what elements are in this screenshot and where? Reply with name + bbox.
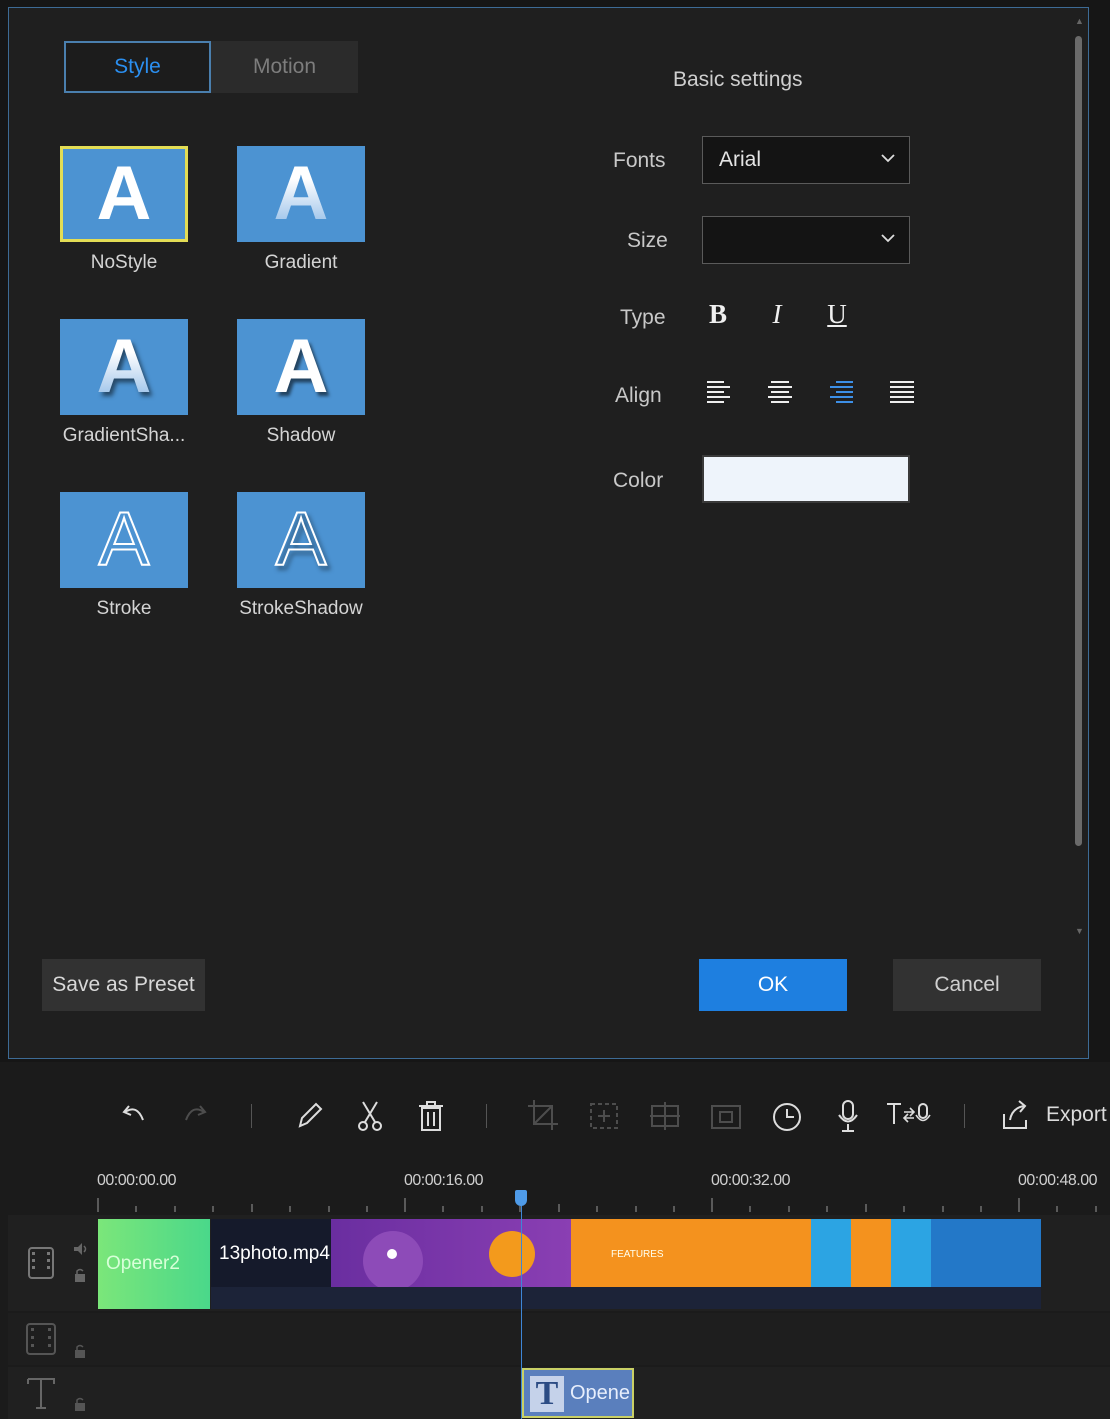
text-clip-t-icon: T bbox=[530, 1375, 564, 1412]
align-left-icon[interactable] bbox=[706, 379, 732, 405]
clip-opener2[interactable]: Opener2 bbox=[98, 1219, 210, 1309]
overlay-track bbox=[8, 1313, 1110, 1365]
ruler-time-label: 00:00:32.00 bbox=[711, 1172, 791, 1189]
freeze-frame-icon[interactable] bbox=[709, 1098, 743, 1134]
style-motion-tabs: Style Motion bbox=[64, 41, 358, 93]
style-stroke[interactable]: A Stroke bbox=[60, 492, 188, 620]
playhead-line[interactable] bbox=[521, 1193, 522, 1419]
type-label: Type bbox=[620, 306, 666, 329]
timeline-ruler[interactable] bbox=[97, 1198, 1110, 1212]
tab-style[interactable]: Style bbox=[64, 41, 211, 93]
clip-label: Opener2 bbox=[106, 1253, 180, 1274]
align-label: Align bbox=[615, 384, 662, 407]
clip-audio-waveform bbox=[211, 1287, 1041, 1309]
decorative-circle bbox=[363, 1231, 423, 1291]
style-gradient[interactable]: A Gradient bbox=[237, 146, 365, 274]
clip-label: 13photo.mp4 bbox=[219, 1243, 330, 1264]
lock-icon[interactable] bbox=[74, 1268, 86, 1282]
text-clip-label: Opene bbox=[570, 1382, 631, 1404]
font-family-select[interactable]: Arial bbox=[702, 136, 910, 184]
text-style-dialog: Style Motion A NoStyle A Gradient A Grad… bbox=[8, 7, 1089, 1059]
export-label: Export bbox=[1046, 1103, 1107, 1126]
cancel-button[interactable]: Cancel bbox=[893, 959, 1041, 1011]
underline-button[interactable]: U bbox=[822, 296, 852, 332]
style-label: GradientSha... bbox=[62, 425, 186, 446]
scroll-down-arrow[interactable]: ▼ bbox=[1075, 926, 1084, 936]
basic-settings-title: Basic settings bbox=[673, 68, 803, 91]
style-shadow[interactable]: A Shadow bbox=[237, 319, 365, 447]
decorative-circle bbox=[489, 1231, 535, 1277]
style-thumbnail: A bbox=[237, 492, 365, 588]
settings-scrollbar[interactable] bbox=[1075, 36, 1082, 846]
style-thumbnail: A bbox=[60, 146, 188, 242]
zoom-frame-icon[interactable] bbox=[587, 1098, 621, 1134]
style-thumbnail: A bbox=[60, 319, 188, 415]
edit-pencil-icon[interactable] bbox=[292, 1098, 326, 1134]
undo-icon[interactable] bbox=[117, 1098, 151, 1134]
clip-13photo[interactable]: FEATURES 13photo.mp4 bbox=[211, 1219, 1041, 1309]
clip-thumbnail bbox=[571, 1219, 811, 1287]
color-label: Color bbox=[613, 469, 664, 492]
ruler-time-label: 00:00:48.00 bbox=[1018, 1172, 1098, 1189]
bold-button[interactable]: B bbox=[703, 296, 733, 332]
align-right-icon[interactable] bbox=[828, 379, 854, 405]
style-strokeshadow[interactable]: A StrokeShadow bbox=[237, 492, 365, 620]
style-label: Gradient bbox=[264, 252, 338, 273]
style-label: NoStyle bbox=[90, 252, 158, 273]
style-label: Stroke bbox=[96, 598, 152, 619]
delete-trash-icon[interactable] bbox=[414, 1098, 448, 1134]
text-to-speech-icon[interactable] bbox=[884, 1098, 932, 1134]
text-color-picker[interactable] bbox=[702, 455, 910, 503]
clip-thumbnail bbox=[931, 1219, 1041, 1287]
ok-button[interactable]: OK bbox=[699, 959, 847, 1011]
size-label: Size bbox=[627, 229, 668, 252]
scroll-up-arrow[interactable]: ▲ bbox=[1075, 16, 1084, 26]
export-share-icon bbox=[1003, 1100, 1027, 1129]
clip-thumbnail-text: FEATURES bbox=[611, 1249, 664, 1260]
style-label: StrokeShadow bbox=[239, 598, 363, 619]
playhead-handle[interactable] bbox=[515, 1190, 527, 1206]
video-track-filmstrip-icon bbox=[28, 1247, 54, 1279]
text-clip-opener[interactable]: T Opene bbox=[522, 1368, 634, 1418]
cut-scissors-icon[interactable] bbox=[353, 1098, 387, 1134]
style-nostyle[interactable]: A NoStyle bbox=[60, 146, 188, 274]
redo-icon[interactable] bbox=[178, 1098, 212, 1134]
decorative-dot bbox=[387, 1249, 397, 1259]
ruler-time-label: 00:00:16.00 bbox=[404, 1172, 484, 1189]
font-family-value: Arial bbox=[719, 148, 762, 171]
export-button[interactable]: Export bbox=[998, 1098, 1107, 1132]
crop-icon[interactable] bbox=[526, 1098, 560, 1134]
mosaic-icon[interactable] bbox=[648, 1098, 682, 1134]
toolbar-divider bbox=[486, 1104, 487, 1128]
save-as-preset-button[interactable]: Save as Preset bbox=[42, 959, 205, 1011]
tab-motion[interactable]: Motion bbox=[211, 41, 358, 93]
chevron-down-icon bbox=[881, 234, 895, 243]
fonts-label: Fonts bbox=[613, 149, 666, 172]
style-thumbnail: A bbox=[237, 319, 365, 415]
style-label: Shadow bbox=[266, 425, 336, 446]
clip-thumbnail bbox=[851, 1219, 891, 1287]
style-thumbnail: A bbox=[237, 146, 365, 242]
toolbar-divider bbox=[251, 1104, 252, 1128]
style-thumbnail: A bbox=[60, 492, 188, 588]
style-gradientshadow[interactable]: A GradientSha... bbox=[60, 319, 188, 447]
record-voice-mic-icon[interactable] bbox=[831, 1098, 865, 1134]
duration-clock-icon[interactable] bbox=[770, 1098, 804, 1134]
lock-icon[interactable] bbox=[74, 1344, 86, 1358]
toolbar-divider bbox=[964, 1104, 965, 1128]
chevron-down-icon bbox=[881, 154, 895, 163]
ruler-time-label: 00:00:00.00 bbox=[97, 1172, 177, 1189]
font-size-select[interactable] bbox=[702, 216, 910, 264]
align-center-icon[interactable] bbox=[767, 379, 793, 405]
align-justify-icon[interactable] bbox=[889, 379, 915, 405]
text-track-t-icon bbox=[27, 1378, 55, 1409]
speaker-icon[interactable] bbox=[72, 1242, 88, 1256]
overlay-track-filmstrip-icon bbox=[26, 1323, 56, 1355]
italic-button[interactable]: I bbox=[762, 296, 792, 332]
lock-icon[interactable] bbox=[74, 1397, 86, 1411]
